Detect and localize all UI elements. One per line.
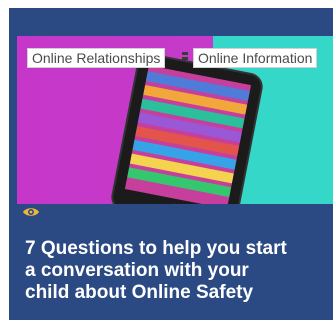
article-title[interactable]: 7 Questions to help you start a conversa…: [25, 238, 333, 304]
tag-online-relationships[interactable]: Online Relationships: [27, 48, 166, 68]
tag-online-information[interactable]: Online Information: [193, 48, 318, 68]
card-top-strip: [9, 8, 333, 36]
eye-icon: [23, 208, 39, 216]
card-meta-row: [17, 204, 333, 222]
title-line-1: 7 Questions to help you start: [25, 238, 287, 259]
tablet-illustration: [111, 53, 263, 204]
article-thumbnail[interactable]: Online Relationships Online Information: [17, 36, 333, 204]
title-line-2: a conversation with your: [25, 260, 249, 281]
tag-separator-icon: [182, 52, 188, 60]
article-card[interactable]: Online Relationships Online Information …: [9, 8, 333, 320]
infographic-screen: [124, 65, 252, 204]
title-line-3: child about Online Safety: [25, 282, 254, 303]
